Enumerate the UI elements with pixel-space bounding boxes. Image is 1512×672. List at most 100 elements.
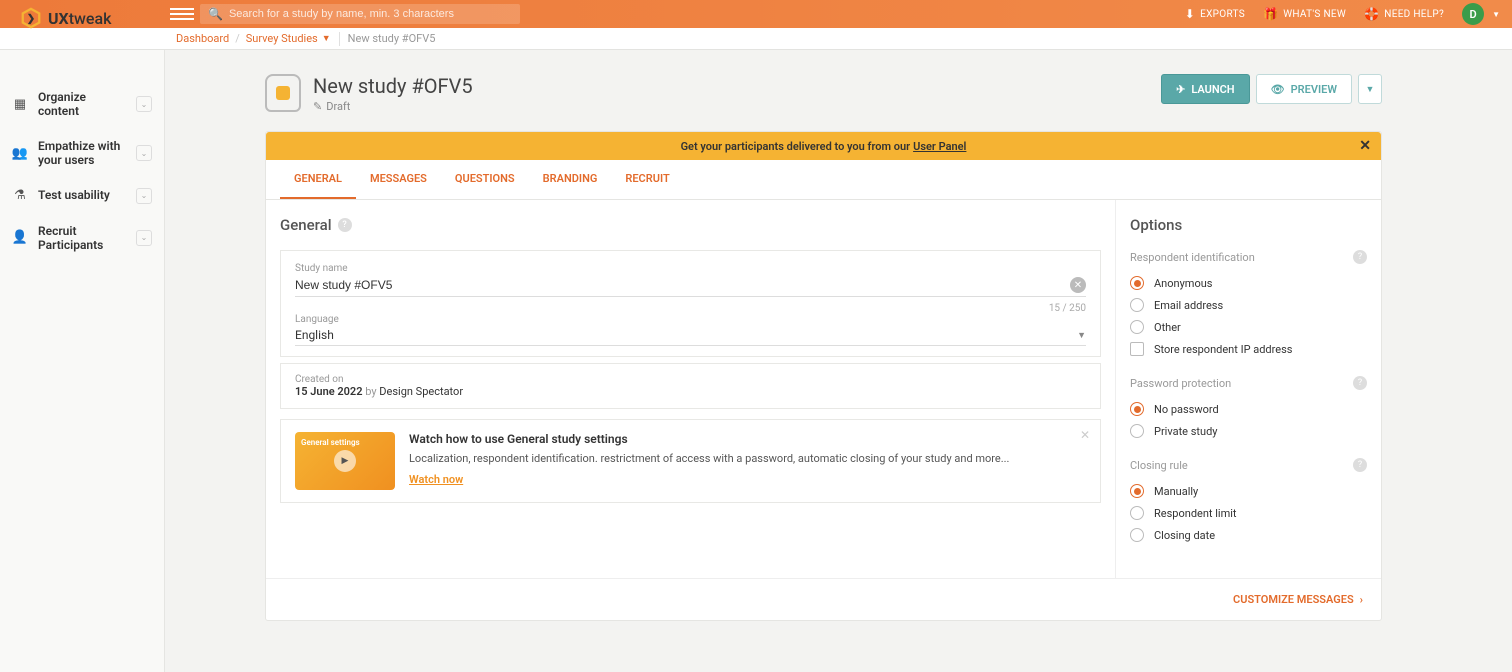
radio-icon [1130, 506, 1144, 520]
tab-branding[interactable]: BRANDING [529, 160, 612, 199]
crumb-sep: / [235, 32, 240, 45]
customize-messages-link[interactable]: CUSTOMIZE MESSAGES› [1233, 593, 1363, 606]
watch-now-link[interactable]: Watch now [409, 473, 463, 486]
chevron-down-icon[interactable]: ⌄ [136, 188, 152, 204]
radio-limit[interactable]: Respondent limit [1130, 502, 1367, 524]
lifebuoy-icon: 🛟 [1364, 7, 1379, 21]
crumb-current: New study #OFV5 [348, 32, 436, 45]
eye-icon: 👁 [1271, 83, 1285, 96]
help-icon[interactable]: ? [1353, 250, 1367, 264]
char-count: 15 / 250 [295, 303, 1086, 314]
help-icon[interactable]: ? [1353, 376, 1367, 390]
main-content: New study #OFV5 ✎Draft ✈LAUNCH 👁PREVIEW … [0, 50, 1512, 672]
grid-icon: ▦ [12, 96, 28, 112]
options-heading: Options [1130, 216, 1367, 234]
checkbox-store-ip[interactable]: Store respondent IP address [1130, 338, 1367, 360]
radio-icon [1130, 484, 1144, 498]
video-description: Localization, respondent identification.… [409, 451, 1009, 466]
topbar: 🔍 ⬇EXPORTS 🎁WHAT'S NEW 🛟NEED HELP? D ▼ [0, 0, 1512, 28]
launch-button[interactable]: ✈LAUNCH [1161, 74, 1250, 104]
tab-recruit[interactable]: RECRUIT [611, 160, 683, 199]
gift-icon: 🎁 [1263, 7, 1278, 21]
logo-text: UXtweak [48, 9, 111, 28]
play-icon: ▶ [334, 450, 356, 472]
users-icon: 👥 [12, 145, 28, 161]
chevron-right-icon: › [1360, 593, 1363, 606]
help-icon[interactable]: ? [1353, 458, 1367, 472]
radio-icon [1130, 402, 1144, 416]
study-title: New study #OFV5 [313, 74, 473, 98]
study-status: ✎Draft [313, 100, 473, 113]
menu-button[interactable] [170, 2, 194, 26]
caret-down-icon: ▼ [1077, 330, 1086, 341]
tab-questions[interactable]: QUESTIONS [441, 160, 529, 199]
whats-new-link[interactable]: 🎁WHAT'S NEW [1263, 7, 1346, 21]
sidebar-item-empathize[interactable]: 👥 Empathize with your users ⌄ [0, 129, 164, 178]
user-panel-link[interactable]: User Panel [913, 140, 966, 153]
svg-text:❯: ❯ [27, 14, 35, 25]
crumb-dashboard[interactable]: Dashboard [176, 32, 229, 45]
preview-dropdown[interactable]: ▼ [1358, 74, 1382, 104]
tab-general[interactable]: GENERAL [280, 160, 356, 199]
sidebar-item-recruit[interactable]: 👤 Recruit Participants ⌄ [0, 214, 164, 263]
search-input[interactable] [229, 8, 512, 20]
sidebar-item-label: Recruit Participants [38, 224, 126, 253]
sidebar: ▦ Organize content ⌄ 👥 Empathize with yo… [0, 50, 165, 672]
general-heading: General? [280, 216, 1101, 234]
radio-other[interactable]: Other [1130, 316, 1367, 338]
tutorial-video-card: ✕ General settings ▶ Watch how to use Ge… [280, 419, 1101, 503]
chevron-down-icon[interactable]: ⌄ [136, 145, 152, 161]
created-info: Created on 15 June 2022 by Design Specta… [280, 363, 1101, 409]
video-close-icon[interactable]: ✕ [1080, 428, 1090, 442]
sidebar-item-test[interactable]: ⚗ Test usability ⌄ [0, 178, 164, 214]
radio-email[interactable]: Email address [1130, 294, 1367, 316]
checkbox-icon [1130, 342, 1144, 356]
study-name-input[interactable] [295, 278, 1070, 292]
radio-private[interactable]: Private study [1130, 420, 1367, 442]
chevron-down-icon[interactable]: ⌄ [136, 230, 152, 246]
crumb-studies[interactable]: Survey Studies [246, 32, 318, 45]
radio-anonymous[interactable]: Anonymous [1130, 272, 1367, 294]
user-avatar[interactable]: D [1462, 3, 1484, 25]
search-icon: 🔍 [208, 7, 223, 21]
send-icon: ✈ [1176, 83, 1185, 96]
user-panel-banner: Get your participants delivered to you f… [266, 132, 1381, 160]
flask-icon: ⚗ [12, 188, 28, 204]
logo[interactable]: ❯ UXtweak [20, 7, 111, 29]
help-icon[interactable]: ? [338, 218, 352, 232]
banner-close-icon[interactable]: ✕ [1359, 138, 1371, 154]
sidebar-item-label: Test usability [38, 188, 126, 202]
crumb-dropdown-icon[interactable]: ▼ [322, 33, 331, 44]
sidebar-item-label: Empathize with your users [38, 139, 126, 168]
exports-link[interactable]: ⬇EXPORTS [1185, 7, 1245, 21]
radio-no-password[interactable]: No password [1130, 398, 1367, 420]
tab-messages[interactable]: MESSAGES [356, 160, 441, 199]
need-help-link[interactable]: 🛟NEED HELP? [1364, 7, 1444, 21]
language-label: Language [295, 314, 1086, 325]
password-label: Password protection [1130, 377, 1231, 390]
study-tabs: GENERAL MESSAGES QUESTIONS BRANDING RECR… [266, 160, 1381, 200]
clear-input-icon[interactable]: ✕ [1070, 277, 1086, 293]
radio-icon [1130, 528, 1144, 542]
search-wrap[interactable]: 🔍 [200, 4, 520, 24]
radio-icon [1130, 424, 1144, 438]
closing-rule-label: Closing rule [1130, 459, 1188, 472]
video-thumbnail[interactable]: General settings ▶ [295, 432, 395, 490]
radio-manually[interactable]: Manually [1130, 480, 1367, 502]
radio-icon [1130, 298, 1144, 312]
download-icon: ⬇ [1185, 7, 1195, 21]
user-menu-caret-icon[interactable]: ▼ [1492, 10, 1500, 19]
preview-button[interactable]: 👁PREVIEW [1256, 74, 1352, 104]
language-select[interactable]: English ▼ [295, 325, 1086, 346]
logo-hex-icon: ❯ [20, 7, 42, 29]
sidebar-item-organize[interactable]: ▦ Organize content ⌄ [0, 80, 164, 129]
breadcrumb: Dashboard / Survey Studies ▼ New study #… [0, 28, 1512, 50]
study-name-label: Study name [295, 263, 1086, 274]
sidebar-item-label: Organize content [38, 90, 126, 119]
study-type-icon [265, 74, 301, 112]
person-icon: 👤 [12, 230, 28, 246]
radio-closing-date[interactable]: Closing date [1130, 524, 1367, 546]
video-title: Watch how to use General study settings [409, 432, 1009, 446]
pencil-icon: ✎ [313, 100, 322, 113]
chevron-down-icon[interactable]: ⌄ [136, 96, 152, 112]
